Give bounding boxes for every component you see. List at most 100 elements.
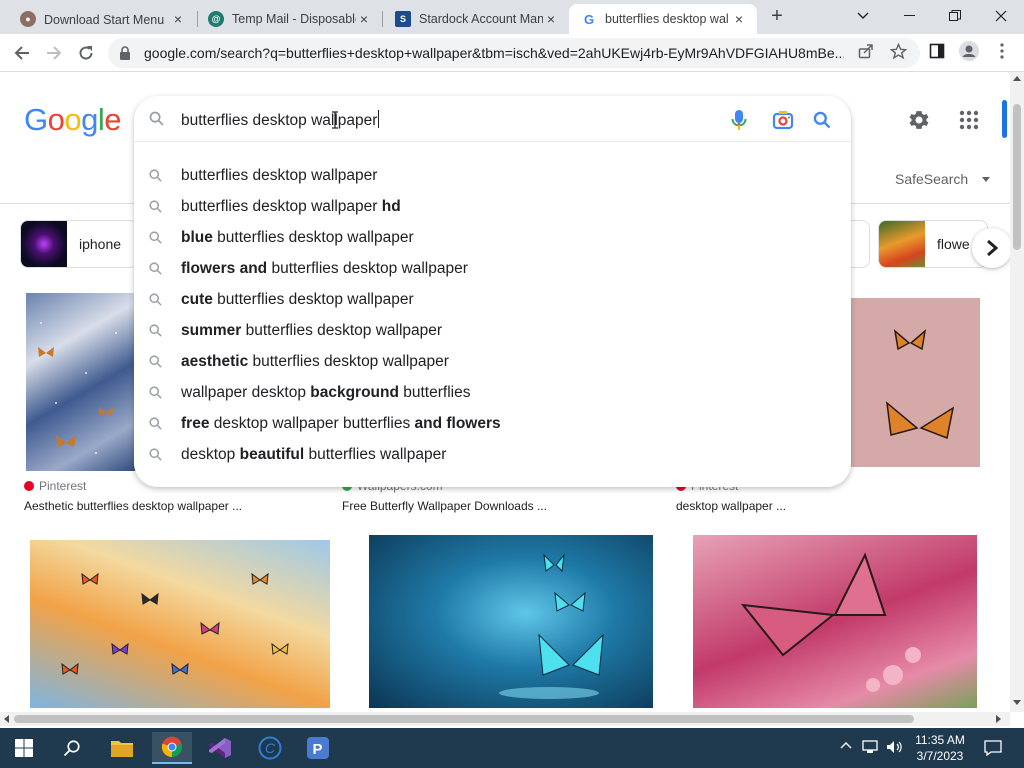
search-taskbar-icon[interactable] (52, 732, 92, 764)
chip-partial[interactable] (848, 220, 870, 268)
visual-studio-icon[interactable] (200, 732, 240, 764)
dropdown-arrow-icon (982, 177, 991, 182)
monarch-butterflies-illustration (886, 329, 955, 440)
google-icon: G (581, 11, 597, 27)
voice-search-icon[interactable] (727, 108, 751, 132)
app-p-icon[interactable]: P (298, 732, 338, 764)
system-clock[interactable]: 11:35 AM 3/7/2023 (912, 732, 968, 764)
file-explorer-icon[interactable] (102, 732, 142, 764)
suggestion-part-bold: hd (381, 198, 401, 215)
suggestion-item[interactable]: summer butterflies desktop wallpaper (134, 315, 851, 346)
ccleaner-icon[interactable]: C (250, 732, 290, 764)
lens-camera-icon[interactable] (771, 108, 795, 132)
suggestion-item[interactable]: butterflies desktop wallpaper hd (134, 191, 851, 222)
start-button[interactable] (4, 732, 44, 764)
result-caption[interactable]: Aesthetic butterflies desktop wallpaper … (24, 499, 242, 513)
result-caption[interactable]: Free Butterfly Wallpaper Downloads ... (342, 499, 547, 513)
minimize-button[interactable] (886, 0, 932, 32)
browser-toolbar: google.com/search?q=butterflies+desktop+… (0, 34, 1024, 72)
vertical-scrollbar[interactable] (1010, 72, 1024, 712)
volume-icon[interactable] (886, 740, 904, 754)
suggestion-text: flowers and butterflies desktop wallpape… (181, 260, 468, 278)
close-window-button[interactable] (978, 0, 1024, 32)
chips-next-button[interactable] (972, 228, 1012, 268)
tab-google-images[interactable]: G butterflies desktop wal × (569, 4, 757, 34)
suggestion-item[interactable]: cute butterflies desktop wallpaper (134, 284, 851, 315)
network-icon[interactable] (862, 740, 880, 754)
text-cursor-icon (332, 111, 338, 129)
scroll-left-arrow-icon[interactable] (4, 715, 9, 723)
suggestion-text: butterflies desktop wallpaper (181, 167, 377, 185)
horizontal-scrollbar[interactable] (0, 712, 1010, 726)
result-image-blue-butterflies[interactable] (369, 535, 653, 708)
address-bar[interactable]: google.com/search?q=butterflies+desktop+… (108, 38, 920, 68)
suggestion-item[interactable]: free desktop wallpaper butterflies and f… (134, 408, 851, 439)
suggestion-item[interactable]: blue butterflies desktop wallpaper (134, 222, 851, 253)
pinterest-icon (24, 481, 34, 491)
suggestion-text: aesthetic butterflies desktop wallpaper (181, 353, 449, 371)
suggestion-part-bold: free (181, 415, 210, 432)
google-apps-icon[interactable] (959, 110, 979, 130)
sign-in-button[interactable] (1002, 100, 1007, 138)
tab-stardock[interactable]: S Stardock Account Man × (383, 4, 569, 34)
result-image-pink-butterfly[interactable] (693, 535, 977, 708)
search-icon (149, 262, 162, 275)
suggestion-text: desktop beautiful butterflies wallpaper (181, 446, 446, 464)
tab-search-icon[interactable] (840, 0, 886, 32)
chip-iphone[interactable]: iphone (20, 220, 138, 268)
suggestion-item[interactable]: desktop beautiful butterflies wallpaper (134, 439, 851, 470)
suggestion-item[interactable]: flowers and butterflies desktop wallpape… (134, 253, 851, 284)
chrome-taskbar-icon[interactable] (152, 732, 192, 764)
search-submit-icon[interactable] (810, 108, 834, 132)
suggestion-item[interactable]: butterflies desktop wallpaper (134, 160, 851, 191)
more-menu-icon[interactable] (992, 41, 1012, 61)
result-image-monarch-pink[interactable] (851, 298, 980, 467)
scroll-down-arrow-icon[interactable] (1013, 700, 1021, 705)
suggestion-part: butterflies desktop wallpaper (267, 260, 468, 277)
google-logo[interactable]: Google (24, 102, 122, 138)
suggestion-text: blue butterflies desktop wallpaper (181, 229, 414, 247)
scroll-right-arrow-icon[interactable] (996, 715, 1001, 723)
share-icon[interactable] (856, 41, 876, 61)
tab-title: Download Start Menu ↗ (44, 12, 170, 27)
bookmark-star-icon[interactable] (888, 41, 908, 61)
forward-button[interactable] (42, 41, 66, 65)
notifications-icon[interactable] (984, 740, 1002, 756)
tab-download-start-menu[interactable]: ● Download Start Menu ↗ × (8, 4, 196, 34)
horizontal-scroll-thumb[interactable] (14, 715, 914, 723)
result-caption[interactable]: desktop wallpaper ... (676, 499, 786, 513)
url-text[interactable]: google.com/search?q=butterflies+desktop+… (144, 45, 844, 61)
suggestion-part-bold: and flowers (414, 415, 501, 432)
tab-title: Stardock Account Man (419, 12, 543, 26)
profile-avatar-icon[interactable] (959, 41, 979, 61)
close-tab-icon[interactable]: × (170, 11, 186, 27)
lock-icon[interactable] (118, 46, 132, 60)
back-button[interactable] (10, 41, 34, 65)
vertical-scroll-thumb[interactable] (1013, 104, 1021, 250)
tab-temp-mail[interactable]: @ Temp Mail - Disposable × (196, 4, 382, 34)
search-input[interactable]: butterflies desktop wallpaper (181, 110, 379, 130)
close-tab-icon[interactable]: × (731, 11, 747, 27)
suggestion-part-bold: flowers and (181, 260, 268, 277)
close-tab-icon[interactable]: × (543, 11, 559, 27)
safesearch-dropdown[interactable]: SafeSearch (895, 171, 991, 187)
reload-button[interactable] (74, 41, 98, 65)
globe-icon: ● (20, 11, 36, 27)
close-tab-icon[interactable]: × (356, 11, 372, 27)
suggestion-item[interactable]: aesthetic butterflies desktop wallpaper (134, 346, 851, 377)
new-tab-button[interactable]: + (766, 6, 788, 28)
tab-title: butterflies desktop wal (605, 12, 729, 26)
show-hidden-icons-icon[interactable] (840, 740, 852, 750)
result-image-colorful-butterflies[interactable] (30, 540, 330, 708)
result-source[interactable]: Pinterest (24, 479, 86, 493)
suggestion-part: butterflies desktop wallpaper (181, 167, 378, 184)
butterflies-swarm-illustration (61, 572, 289, 675)
scroll-up-arrow-icon[interactable] (1013, 76, 1021, 81)
settings-gear-icon[interactable] (907, 108, 931, 132)
chip-label: iphone (79, 236, 122, 252)
restore-button[interactable] (932, 0, 978, 32)
suggestion-item[interactable]: wallpaper desktop background butterflies (134, 377, 851, 408)
suggestion-part: butterflies desktop wallpaper (212, 291, 414, 308)
side-panel-icon[interactable] (927, 41, 947, 61)
result-image-aesthetic-butterflies[interactable] (26, 293, 136, 471)
